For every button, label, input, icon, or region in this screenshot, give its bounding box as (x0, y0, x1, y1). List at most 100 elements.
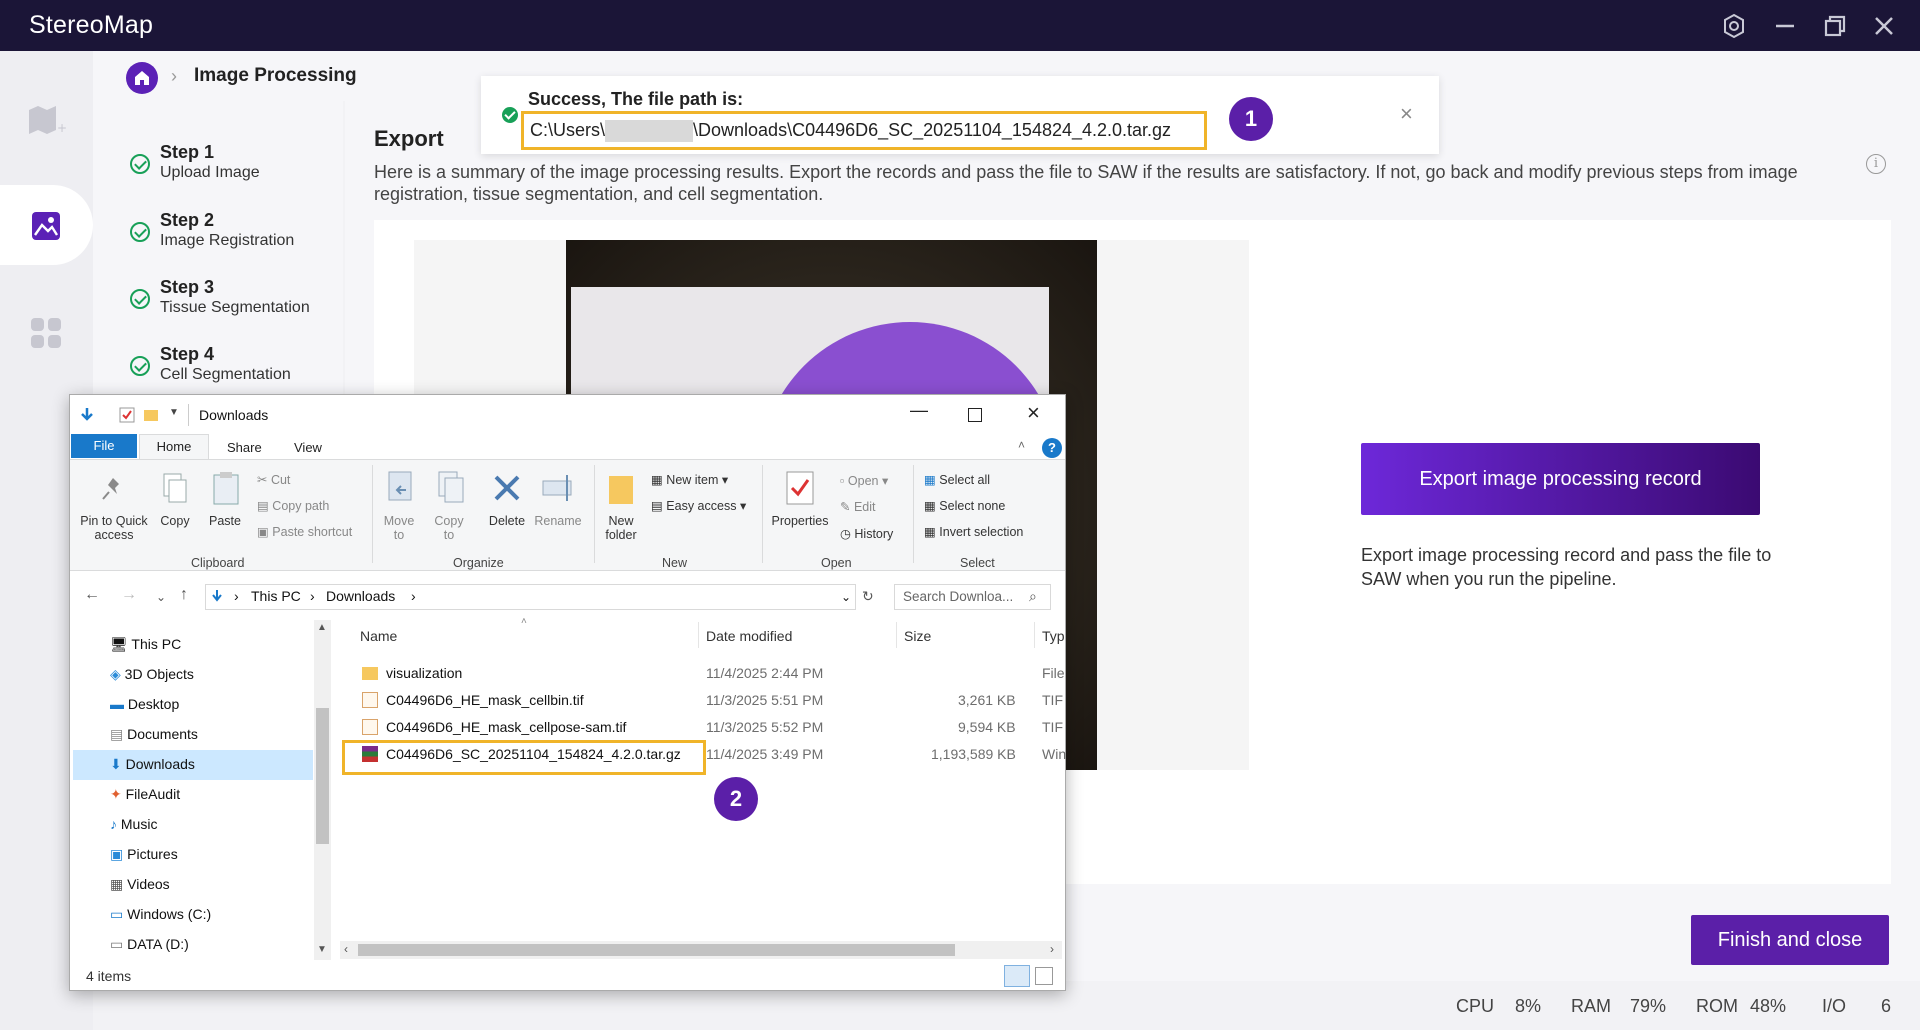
search-icon: ⌕ (1029, 588, 1037, 604)
scroll-down-icon[interactable]: ▼ (317, 944, 327, 955)
explorer-title: Downloads (199, 407, 269, 423)
details-view-icon[interactable] (1004, 965, 1030, 987)
file-row[interactable]: visualization 11/4/2025 2:44 PM File (356, 661, 1066, 686)
refresh-icon[interactable]: ↻ (862, 588, 874, 605)
new-item-button[interactable]: ▦ New item ▾ (651, 472, 728, 487)
delete-button[interactable]: Delete (486, 514, 528, 528)
nav-label: DATA (D:) (127, 936, 189, 952)
large-icons-view-icon[interactable] (1035, 967, 1053, 985)
home-button[interactable] (126, 62, 158, 94)
nav-windows-c[interactable]: ▭ Windows (C:) (110, 906, 211, 923)
rename-button[interactable]: Rename (533, 514, 583, 528)
nav-fileaudit[interactable]: ✦ FileAudit (110, 786, 180, 803)
nav-documents[interactable]: ▤ Documents (110, 726, 198, 743)
pin-to-quick-access-button[interactable]: Pin to Quick access (77, 514, 151, 542)
file-type: TIF (1042, 692, 1063, 708)
back-arrow-icon[interactable]: ← (84, 586, 100, 604)
forward-arrow-icon[interactable]: → (121, 586, 137, 604)
file-row[interactable]: C04496D6_HE_mask_cellpose-sam.tif 11/3/2… (356, 715, 1066, 740)
paste-button[interactable]: Paste (206, 514, 244, 528)
collapse-ribbon-icon[interactable]: ˄ (1018, 438, 1025, 452)
new-item-label: New item (666, 473, 719, 487)
scroll-right-icon[interactable]: › (1050, 942, 1054, 956)
move-to-button[interactable]: Move to (380, 514, 418, 542)
file-path-highlight: C:\Users\ \Downloads\C04496D6_SC_20251104… (521, 111, 1207, 150)
address-downloads[interactable]: Downloads (326, 588, 395, 604)
explorer-close-icon[interactable]: × (1027, 400, 1040, 426)
image-processing-icon[interactable] (31, 211, 61, 241)
address-bar[interactable] (205, 584, 856, 610)
tab-file[interactable]: File (71, 434, 137, 458)
settings-icon[interactable] (1720, 12, 1748, 40)
file-name: C04496D6_HE_mask_cellpose-sam.tif (386, 719, 627, 735)
item-count: 4 items (86, 968, 132, 984)
address-dropdown-icon[interactable]: ⌄ (841, 590, 851, 604)
step-subtitle: Image Registration (160, 232, 295, 249)
column-separator (1034, 622, 1035, 648)
file-date: 11/3/2025 5:52 PM (706, 719, 824, 735)
folder-icon[interactable] (143, 407, 159, 423)
nav-downloads[interactable]: ⬇ Downloads (110, 756, 195, 773)
search-input[interactable]: Search Downloa... (894, 584, 1051, 610)
properties-button[interactable]: Properties (768, 514, 832, 528)
explorer-minimize-icon[interactable]: — (910, 400, 928, 421)
nav-videos[interactable]: ▦ Videos (110, 876, 170, 893)
tab-share[interactable]: Share (227, 440, 262, 455)
rename-icon (542, 475, 572, 501)
file-list-scrollbar-thumb[interactable] (358, 944, 955, 956)
toast-close-icon[interactable]: × (1400, 101, 1413, 127)
column-date-modified[interactable]: Date modified (706, 628, 792, 644)
close-icon[interactable] (1870, 12, 1898, 40)
select-none-button[interactable]: ▦ Select none (924, 498, 1005, 513)
apps-icon[interactable] (30, 317, 62, 349)
column-type[interactable]: Typ (1042, 628, 1065, 644)
copy-to-label-line2: to (443, 528, 455, 542)
tab-home[interactable]: Home (139, 434, 209, 459)
nav-label: This PC (131, 636, 182, 652)
path-prefix: C:\Users\ (530, 120, 606, 140)
file-type: File (1042, 665, 1065, 681)
help-icon[interactable]: ? (1042, 438, 1062, 458)
map-icon[interactable]: + (27, 104, 67, 136)
column-size[interactable]: Size (904, 628, 931, 644)
restore-icon[interactable] (1821, 12, 1849, 40)
explorer-maximize-icon[interactable] (968, 408, 982, 422)
nav-data-d[interactable]: ▭ DATA (D:) (110, 936, 189, 953)
up-arrow-icon[interactable]: ↑ (180, 586, 188, 604)
pin-label-line1: Pin to Quick (80, 514, 148, 528)
scroll-left-icon[interactable]: ‹ (344, 942, 348, 956)
file-row[interactable]: C04496D6_HE_mask_cellbin.tif 11/3/2025 5… (356, 688, 1066, 713)
properties-check-icon[interactable] (119, 407, 135, 423)
paste-shortcut-button[interactable]: ▣ Paste shortcut (257, 524, 352, 539)
easy-access-button[interactable]: ▤ Easy access ▾ (651, 498, 746, 513)
tab-view[interactable]: View (294, 440, 322, 455)
copy-to-button[interactable]: Copy to (430, 514, 468, 542)
quick-access-dropdown-icon[interactable]: ▼ (169, 407, 179, 418)
address-this-pc[interactable]: This PC (251, 588, 301, 604)
recent-locations-icon[interactable]: ⌄ (156, 590, 166, 604)
info-icon[interactable]: i (1866, 154, 1886, 174)
nav-3d-objects[interactable]: ◈ 3D Objects (110, 666, 194, 683)
invert-selection-button[interactable]: ▦ Invert selection (924, 524, 1023, 539)
minimize-icon[interactable] (1771, 12, 1799, 40)
new-folder-line1: New (608, 514, 634, 528)
history-button[interactable]: ◷ History (840, 526, 893, 541)
cut-button[interactable]: ✂ Cut (257, 472, 290, 487)
column-name[interactable]: Name (360, 628, 397, 644)
export-record-button[interactable]: Export image processing record (1361, 443, 1760, 515)
new-folder-icon (609, 476, 633, 504)
finish-close-button[interactable]: Finish and close (1691, 915, 1889, 965)
ram-label: RAM (1571, 996, 1611, 1016)
nav-scrollbar-thumb[interactable] (316, 708, 329, 844)
nav-pictures[interactable]: ▣ Pictures (110, 846, 178, 863)
select-all-button[interactable]: ▦ Select all (924, 472, 990, 487)
edit-button[interactable]: ✎ Edit (840, 499, 876, 514)
copy-button[interactable]: Copy (158, 514, 192, 528)
nav-music[interactable]: ♪ Music (110, 816, 157, 832)
open-button[interactable]: ▫ Open ▾ (840, 473, 888, 488)
new-folder-button[interactable]: New folder (601, 514, 641, 542)
copy-path-button[interactable]: ▤ Copy path (257, 498, 329, 513)
nav-this-pc[interactable]: 🖥 This PC (110, 636, 181, 653)
nav-desktop[interactable]: ▬ Desktop (110, 696, 179, 712)
scroll-up-icon[interactable]: ▲ (317, 622, 327, 633)
